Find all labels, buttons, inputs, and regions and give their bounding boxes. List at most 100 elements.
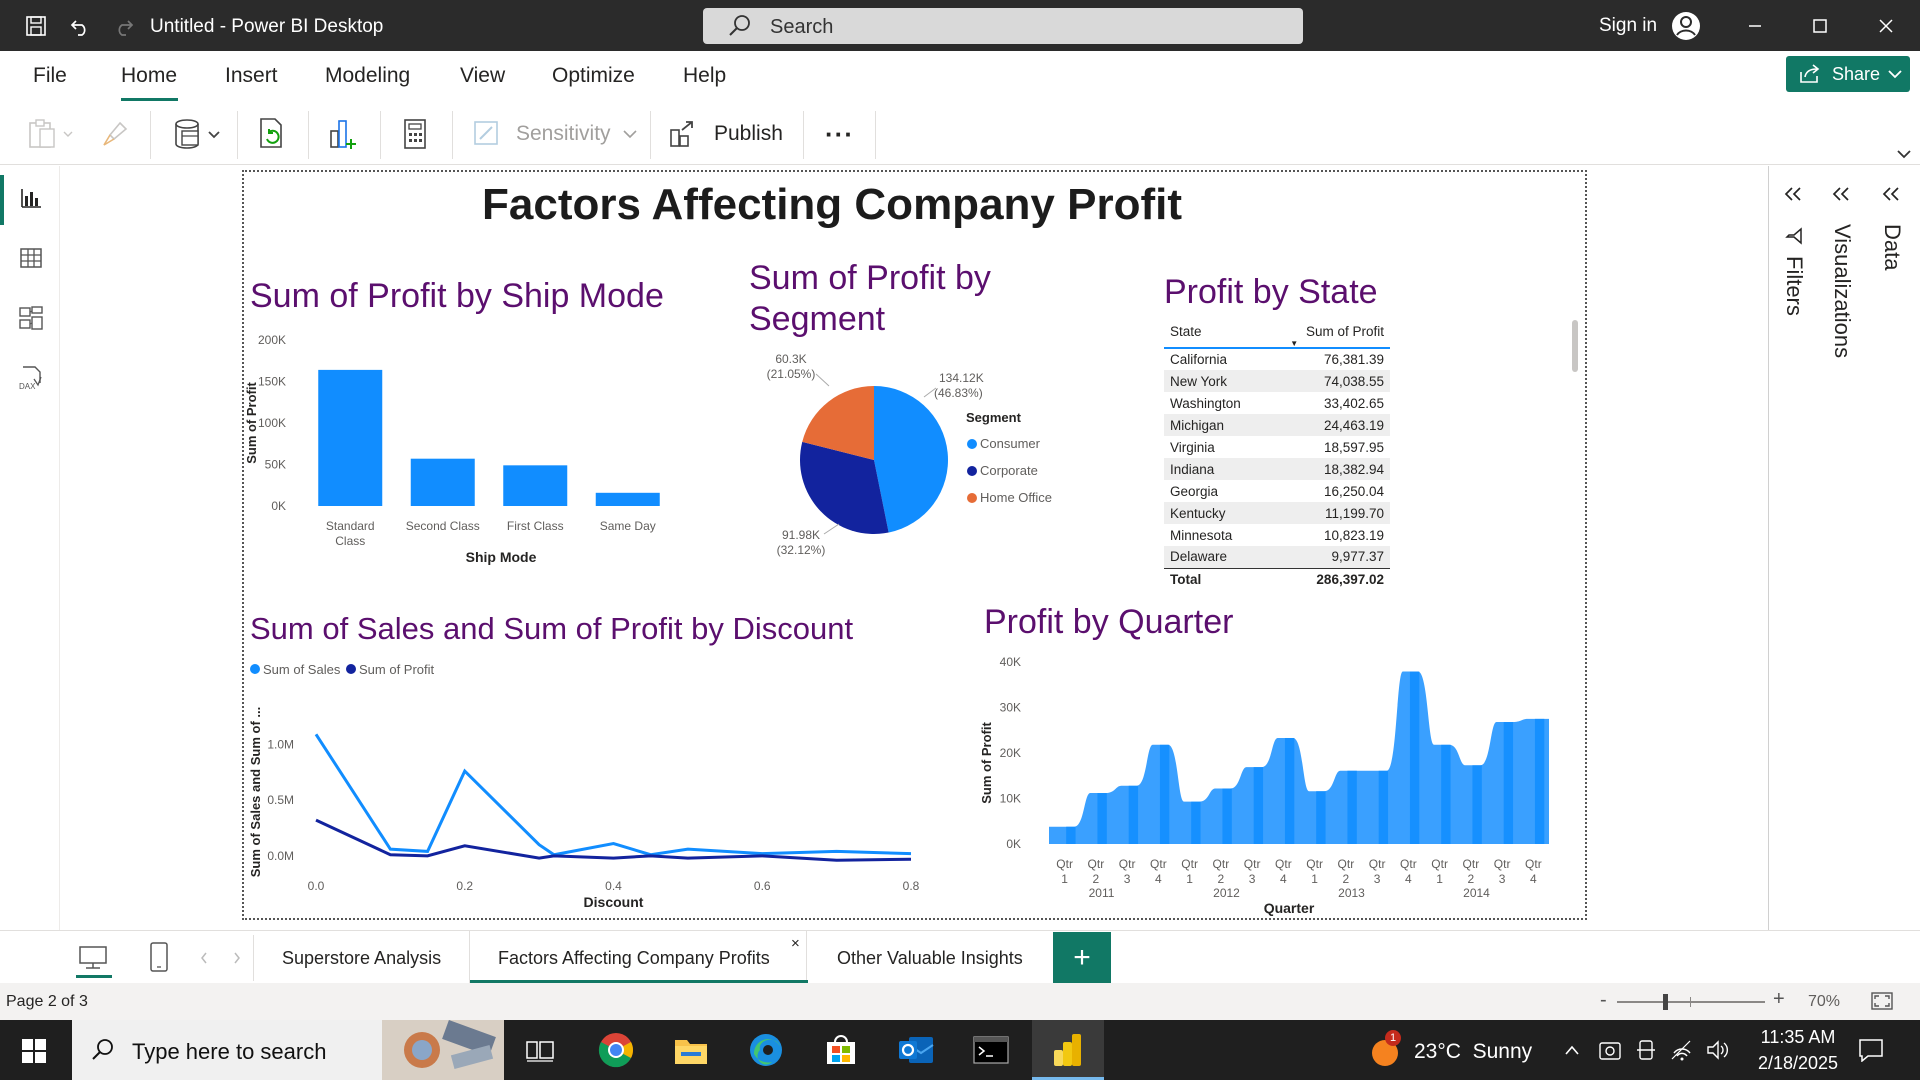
zoom-slider-thumb[interactable] <box>1663 994 1668 1010</box>
share-button[interactable]: Share <box>1786 56 1910 92</box>
tab-file[interactable]: File <box>33 64 67 88</box>
quarter-bar[interactable] <box>1097 793 1107 844</box>
account-icon[interactable] <box>1670 10 1702 42</box>
sign-in-link[interactable]: Sign in <box>1599 15 1657 37</box>
weather-widget[interactable]: 1 23°C Sunny <box>1368 1020 1538 1080</box>
outlook-icon[interactable] <box>886 1026 946 1074</box>
bar[interactable] <box>410 458 475 506</box>
table-row[interactable]: Minnesota 10,823.19 <box>1164 524 1390 546</box>
table-row[interactable]: Georgia 16,250.04 <box>1164 480 1390 502</box>
column-header-state[interactable]: State <box>1164 320 1273 349</box>
edge-icon[interactable] <box>736 1026 796 1074</box>
close-button[interactable] <box>1864 8 1908 44</box>
quarter-bar[interactable] <box>1222 788 1232 844</box>
ship-mode-bar-chart[interactable]: Sum of Profit 0K 50K 100K 150K 200K StandardCl… <box>244 322 714 607</box>
refresh-button[interactable] <box>257 115 287 153</box>
close-tab-icon[interactable]: × <box>791 935 800 952</box>
zoom-in-button[interactable]: + <box>1773 988 1785 1011</box>
minimize-button[interactable] <box>1733 8 1777 44</box>
powerbi-app-active[interactable] <box>1032 1020 1104 1080</box>
desktop-layout-icon[interactable] <box>78 945 108 971</box>
table-row[interactable]: Washington 33,402.65 <box>1164 392 1390 414</box>
taskbar-search-input[interactable]: Type here to search <box>72 1020 504 1080</box>
quarter-bar[interactable] <box>1409 671 1420 844</box>
device-icon[interactable] <box>1636 1039 1656 1061</box>
table-row[interactable]: New York 74,038.55 <box>1164 370 1390 392</box>
collapse-filters-icon[interactable] <box>1783 186 1803 202</box>
table-scrollbar[interactable] <box>1572 320 1578 372</box>
bar[interactable] <box>318 369 383 506</box>
add-page-button[interactable]: + <box>1053 932 1111 984</box>
meet-now-icon[interactable] <box>1598 1039 1622 1061</box>
zoom-out-button[interactable]: - <box>1600 989 1607 1012</box>
table-view-icon[interactable] <box>14 241 48 275</box>
volume-icon[interactable] <box>1705 1039 1729 1061</box>
filters-pane-label[interactable]: Filters <box>1781 256 1807 316</box>
table-row[interactable]: Michigan 24,463.19 <box>1164 414 1390 436</box>
quarter-bar[interactable] <box>1503 722 1514 844</box>
page-tab-other-insights[interactable]: Other Valuable Insights <box>837 948 1023 969</box>
column-header-profit[interactable]: Sum of Profit ▼ <box>1272 320 1390 349</box>
quarter-bar[interactable] <box>1191 801 1201 844</box>
task-view-icon[interactable] <box>510 1026 570 1074</box>
prev-page-icon[interactable] <box>199 951 209 965</box>
tab-help[interactable]: Help <box>683 64 726 88</box>
discount-line-chart[interactable]: Sum of Sales Sum of Profit Sum of Sales an… <box>244 652 964 922</box>
show-hidden-icons-icon[interactable] <box>1564 1044 1580 1056</box>
undo-icon[interactable] <box>64 10 96 42</box>
state-table[interactable]: State Sum of Profit ▼ California 76,381.39 Ne… <box>1164 320 1394 590</box>
data-pane-label[interactable]: Data <box>1879 224 1905 270</box>
report-view-icon[interactable] <box>14 181 48 215</box>
tab-optimize[interactable]: Optimize <box>552 64 635 88</box>
notifications-icon[interactable] <box>1858 1038 1884 1062</box>
tab-insert[interactable]: Insert <box>225 64 278 88</box>
table-row[interactable]: Virginia 18,597.95 <box>1164 436 1390 458</box>
table-row[interactable]: Indiana 18,382.94 <box>1164 458 1390 480</box>
quarter-bar[interactable] <box>1284 737 1295 844</box>
report-page[interactable]: Factors Affecting Company Profit Sum of … <box>242 170 1587 920</box>
collapse-ribbon-icon[interactable] <box>1896 149 1912 159</box>
quarter-bar[interactable] <box>1441 744 1451 844</box>
collapse-visualizations-icon[interactable] <box>1831 186 1851 202</box>
mobile-layout-icon[interactable] <box>148 941 170 973</box>
windows-start-icon[interactable] <box>22 1039 46 1063</box>
quarter-bar[interactable] <box>1128 785 1139 844</box>
series-line[interactable] <box>314 733 912 857</box>
page-tab-superstore-analysis[interactable]: Superstore Analysis <box>282 948 441 969</box>
collapse-data-icon[interactable] <box>1881 186 1901 202</box>
pie-slice[interactable] <box>874 386 948 533</box>
sensitivity-button[interactable]: Sensitivity <box>472 115 637 153</box>
quarter-bar[interactable] <box>1472 765 1482 844</box>
more-options-button[interactable]: ··· <box>825 115 854 153</box>
tab-modeling[interactable]: Modeling <box>325 64 410 88</box>
network-icon[interactable] <box>1670 1039 1694 1061</box>
table-row[interactable]: California 76,381.39 <box>1164 348 1390 370</box>
active-page-tab[interactable]: Factors Affecting Company Profits × <box>469 931 808 984</box>
zoom-level[interactable]: 70% <box>1808 993 1840 1011</box>
chrome-icon[interactable] <box>586 1026 646 1074</box>
segment-pie-chart[interactable]: 134.12K(46.83%) 91.98K(32.12%) 60.3K(21.05… <box>724 352 1104 592</box>
maximize-button[interactable] <box>1798 8 1842 44</box>
microsoft-store-icon[interactable] <box>811 1026 871 1074</box>
quarter-bar[interactable] <box>1253 767 1264 844</box>
quarter-bar[interactable] <box>1159 744 1170 844</box>
quarter-bar[interactable] <box>1316 791 1326 844</box>
quarter-area-chart[interactable]: Sum of Profit0K10K20K30K40KQtr1Qtr2Qtr3Q… <box>979 648 1559 922</box>
search-input[interactable]: Search <box>703 8 1303 44</box>
get-data-button[interactable] <box>172 115 226 153</box>
tab-home[interactable]: Home <box>121 64 177 88</box>
tab-view[interactable]: View <box>460 64 505 88</box>
format-painter-button[interactable] <box>100 115 130 153</box>
quarter-bar[interactable] <box>1378 770 1389 844</box>
quarter-bar[interactable] <box>1534 718 1545 844</box>
table-row[interactable]: Kentucky 11,199.70 <box>1164 502 1390 524</box>
dax-query-view-icon[interactable]: DAX <box>14 361 48 395</box>
clock-date[interactable]: 2/18/2025 <box>1746 1053 1850 1074</box>
series-line[interactable] <box>315 818 912 862</box>
table-row[interactable]: Delaware 9,977.37 <box>1164 546 1390 568</box>
zoom-slider[interactable] <box>1617 994 1765 1010</box>
new-visual-button[interactable] <box>327 115 359 153</box>
fit-to-page-icon[interactable] <box>1870 991 1894 1011</box>
calculator-button[interactable] <box>402 115 428 153</box>
quarter-bar[interactable] <box>1347 770 1357 844</box>
